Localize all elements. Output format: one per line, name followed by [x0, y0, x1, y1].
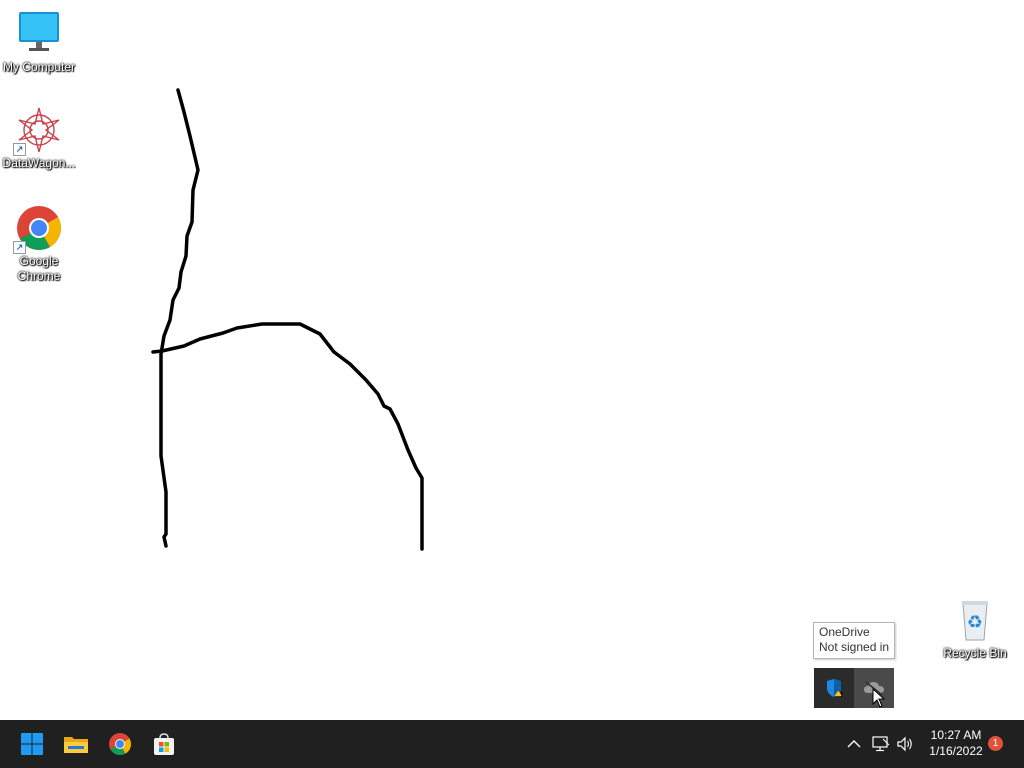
hidden-icons-flyout: !	[814, 668, 894, 708]
tray-onedrive[interactable]	[854, 668, 894, 708]
tooltip-status: Not signed in	[819, 640, 890, 654]
file-explorer-icon	[64, 737, 88, 753]
microsoft-store-icon	[154, 733, 174, 755]
desktop[interactable]: My Computer ↗ DataWagon... ↗ Google Chro…	[0, 0, 1024, 720]
chevron-up-icon	[847, 740, 861, 748]
start-icon	[21, 733, 43, 755]
svg-text:!: !	[840, 691, 843, 698]
speaker-icon	[897, 736, 912, 752]
tray-network[interactable]	[870, 720, 892, 768]
taskbar-file-explorer[interactable]	[56, 724, 96, 764]
tray-volume[interactable]	[894, 720, 916, 768]
tray-windows-security[interactable]: !	[814, 668, 854, 708]
freehand-drawing	[151, 88, 424, 551]
start-button[interactable]	[12, 724, 52, 764]
onedrive-tooltip: OneDrive Not signed in	[813, 622, 896, 659]
windows-security-warning-icon: !	[827, 679, 843, 698]
chrome-icon	[109, 733, 131, 755]
taskbar-chrome[interactable]	[100, 724, 140, 764]
taskbar: 10:27 AM 1/16/2022	[0, 720, 1024, 768]
show-hidden-icons-button[interactable]	[842, 720, 866, 768]
tooltip-title: OneDrive	[819, 625, 870, 639]
taskbar-microsoft-store[interactable]	[144, 724, 184, 764]
clock-date: 1/16/2022	[929, 744, 983, 758]
mouse-cursor-icon	[872, 688, 886, 708]
clock-time: 10:27 AM	[930, 728, 982, 742]
network-icon	[872, 736, 890, 752]
notification-badge[interactable]: 1	[988, 736, 1003, 751]
taskbar-clock[interactable]: 10:27 AM 1/16/2022	[922, 727, 990, 759]
